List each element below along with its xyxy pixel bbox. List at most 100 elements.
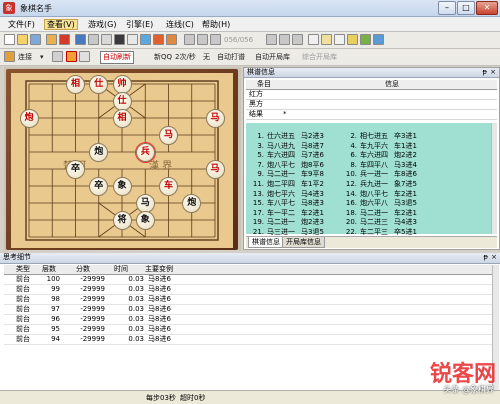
move-row[interactable]: 17. 车一平二 车2进1 18. 马二进一 车2进1 [250, 209, 428, 218]
close-button[interactable]: ✕ [476, 1, 498, 15]
thinking-row[interactable]: 前台 98 -29999 0.03 马8进6 [4, 295, 492, 305]
thinking-row[interactable]: 前台 95 -29999 0.03 马8进6 [4, 325, 492, 335]
move-notation[interactable]: 马二进一 [267, 170, 301, 179]
move-notation[interactable]: 炮七平六 [267, 190, 301, 199]
move-row[interactable]: 7. 炮八平七 炮8平6 8. 车四平八 马3进4 [250, 161, 428, 170]
piece-red[interactable]: 车 [159, 176, 178, 196]
move-notation[interactable]: 车九平六 [360, 142, 394, 151]
move-notation[interactable]: 车2进1 [394, 190, 428, 199]
piece-red[interactable]: 马 [159, 125, 178, 145]
move-notation[interactable]: 马4进3 [394, 218, 428, 227]
move-notation[interactable]: 马二进一 [360, 209, 394, 218]
book-icon[interactable] [347, 34, 358, 45]
move-notation[interactable]: 炮2进2 [394, 151, 428, 160]
move-row[interactable]: 11. 炮二平四 车1平2 12. 兵九进一 象7进5 [250, 180, 428, 189]
move-notation[interactable]: 马3退5 [394, 199, 428, 208]
auto-open-book-button[interactable]: 自动开局库 [255, 52, 290, 62]
open-book-button[interactable]: 综合开局库 [302, 52, 337, 62]
copy-icon[interactable] [308, 34, 319, 45]
menu-game[interactable]: 游戏(G) [86, 19, 118, 30]
connect-button[interactable]: 连接 [18, 52, 32, 62]
move-notation[interactable]: 马4进3 [301, 190, 335, 199]
move-notation[interactable]: 马二进一 [267, 218, 301, 227]
menu-connect[interactable]: 连线(C) [164, 19, 196, 30]
move-notation[interactable]: 车9平8 [301, 170, 335, 179]
menu-help[interactable]: 帮助(H) [200, 19, 232, 30]
paste-icon[interactable] [321, 34, 332, 45]
piece-red[interactable]: 马 [205, 159, 225, 179]
next-move-icon[interactable] [266, 34, 277, 45]
move-row[interactable]: 19. 马二进一 炮2进3 20. 马二进三 马4进3 [250, 218, 428, 227]
menu-engine[interactable]: 引擎(E) [124, 19, 155, 30]
help-icon[interactable] [373, 34, 384, 45]
page-icon[interactable] [334, 34, 345, 45]
board-icon[interactable] [127, 34, 138, 45]
move-notation[interactable]: 车1进1 [394, 142, 428, 151]
move-notation[interactable]: 炮六平八 [360, 199, 394, 208]
piece-red[interactable]: 仕 [112, 91, 132, 111]
next-fast-icon[interactable] [279, 34, 290, 45]
piece-black[interactable]: 炮 [89, 142, 109, 162]
close-icon[interactable]: × [491, 253, 497, 262]
minimize-button[interactable]: – [438, 1, 456, 15]
move-notation[interactable]: 马8进3 [301, 199, 335, 208]
piece-black[interactable]: 炮 [182, 193, 202, 213]
piece-red[interactable]: 炮 [19, 108, 39, 128]
flag-icon[interactable] [59, 34, 70, 45]
move-row[interactable]: 15. 车八平七 马8进3 16. 炮六平八 马3退5 [250, 199, 428, 208]
move-notation[interactable]: 马8进7 [301, 142, 335, 151]
move-list[interactable]: 1. 仕六进五 马2进3 2. 相七进五 卒3进1 3. 马八进九 马8进7 4. 车九平六 车1进1… [246, 123, 496, 236]
last-move-icon[interactable] [292, 34, 303, 45]
move-notation[interactable]: 象7进5 [394, 180, 428, 189]
engine-icon[interactable] [166, 34, 177, 45]
rate-label[interactable]: 2次/秒 [175, 52, 196, 62]
capture-icon[interactable] [66, 51, 77, 62]
info-row-black[interactable]: 黑方 [246, 100, 497, 110]
none-label[interactable]: 无 [203, 52, 210, 62]
move-notation[interactable]: 兵一进一 [360, 170, 394, 179]
pin-icon[interactable]: ᵽ [482, 68, 487, 77]
move-notation[interactable]: 车八平七 [267, 199, 301, 208]
move-row[interactable]: 9. 马二进一 车9平8 10. 兵一进一 车8进6 [250, 170, 428, 179]
move-row[interactable]: 3. 马八进九 马8进7 4. 车九平六 车1进1 [250, 142, 428, 151]
move-notation[interactable]: 马2进3 [301, 132, 335, 141]
qq-mode-label[interactable]: 新QQ [154, 52, 172, 62]
move-notation[interactable]: 马7进6 [301, 151, 335, 160]
move-notation[interactable]: 马3进4 [394, 161, 428, 170]
settings-icon[interactable] [360, 34, 371, 45]
stop-icon[interactable] [153, 34, 164, 45]
sync-icon[interactable] [52, 51, 63, 62]
thinking-row[interactable]: 前台 100 -29999 0.03 马8进6 [4, 275, 492, 285]
move-row[interactable]: 5. 车六进四 马7进6 6. 车六进四 炮2进2 [250, 151, 428, 160]
move-notation[interactable]: 马二进三 [360, 218, 394, 227]
piece-red[interactable]: 相 [66, 74, 85, 94]
move-notation[interactable]: 炮八平七 [267, 161, 301, 170]
search-icon[interactable] [140, 34, 151, 45]
menu-view[interactable]: 查看(V) [44, 19, 78, 30]
menu-file[interactable]: 文件(F) [6, 19, 37, 30]
move-notation[interactable]: 车2进1 [394, 209, 428, 218]
auto-play-button[interactable]: 自动打谱 [217, 52, 245, 62]
auto-refresh-button[interactable]: 自动刷新 [100, 51, 134, 64]
piece-red[interactable]: 兵 [135, 142, 155, 162]
piece-black[interactable]: 象 [135, 210, 155, 230]
move-notation[interactable]: 卒3进1 [394, 132, 428, 141]
move-notation[interactable]: 车1平2 [301, 180, 335, 189]
move-notation[interactable]: 车8进6 [394, 170, 428, 179]
move-notation[interactable]: 车一平二 [267, 209, 301, 218]
move-row[interactable]: 1. 仕六进五 马2进3 2. 相七进五 卒3进1 [250, 132, 428, 141]
move-notation[interactable]: 炮二平四 [267, 180, 301, 189]
move-notation[interactable]: 马八进九 [267, 142, 301, 151]
link-icon[interactable] [4, 51, 15, 62]
tab-game-info[interactable]: 棋谱信息 [248, 237, 284, 248]
move-notation[interactable]: 车六进四 [267, 151, 301, 160]
first-move-icon[interactable] [184, 34, 195, 45]
thinking-row[interactable]: 前台 99 -29999 0.03 马8进6 [4, 285, 492, 295]
screen-icon[interactable] [114, 34, 125, 45]
piece-black[interactable]: 马 [135, 193, 155, 213]
move-notation[interactable]: 炮8平6 [301, 161, 335, 170]
move-notation[interactable]: 炮2进3 [301, 218, 335, 227]
info-row-result[interactable]: 结果 * [246, 110, 497, 120]
thinking-row[interactable]: 前台 94 -29999 0.03 马8进6 [4, 335, 492, 345]
tab-opening-book[interactable]: 开局库信息 [282, 237, 325, 248]
